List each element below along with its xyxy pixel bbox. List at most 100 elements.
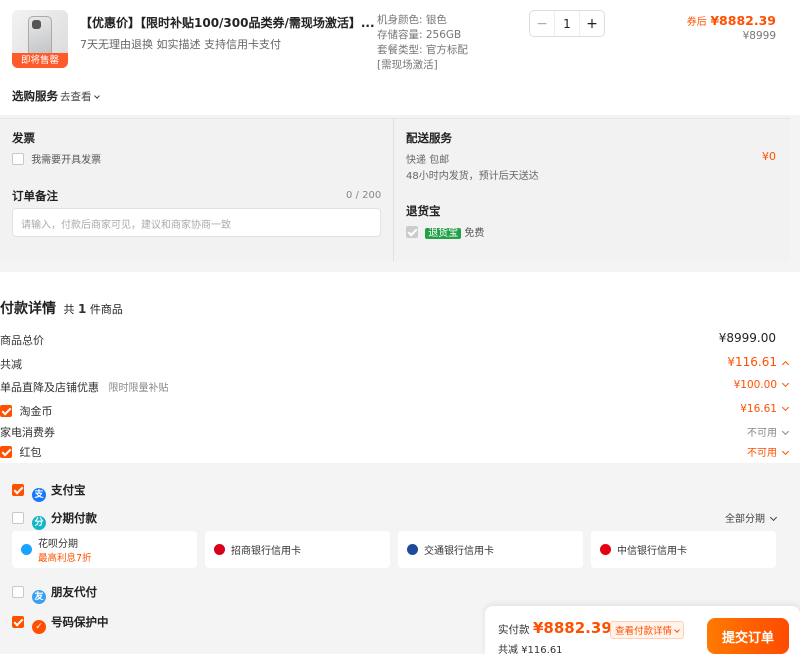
taojinbi-row[interactable]: 淘金币 (0, 403, 53, 419)
product-perks: 7天无理由退换 如实描述 支持信用卡支付 (80, 38, 281, 51)
note-counter: 0 / 200 (346, 190, 382, 201)
bocom-card[interactable]: 交通银行信用卡 (398, 531, 583, 568)
saved-amount: ¥116.61 (521, 645, 563, 654)
store-discount-value: ¥100.00 (733, 379, 777, 391)
invoice-title: 发票 (12, 131, 35, 145)
item-count-suffix: 件商品 (89, 303, 123, 316)
alipay-checkbox[interactable] (12, 484, 24, 496)
appliance-voucher-value: 不可用 (747, 428, 777, 439)
after-coupon-amount: ¥8882.39 (710, 13, 776, 28)
divider (393, 118, 394, 261)
friend-pay-checkbox[interactable] (12, 586, 24, 598)
discount-total-row[interactable]: ¥116.61 (727, 355, 790, 369)
invoice-checkbox-label: 我需要开具发票 (31, 155, 102, 166)
item-count: 1 (78, 302, 87, 316)
citic-bank-icon (600, 544, 611, 555)
spec-activation: [需现场激活] (377, 59, 438, 71)
cmb-card[interactable]: 招商银行信用卡 (205, 531, 390, 568)
chevron-down-icon (769, 513, 778, 522)
huabei-promo: 最高利息7折 (38, 553, 92, 564)
return-insurance-row: 退货宝 免费 (406, 224, 484, 239)
services-label: 选购服务 (12, 89, 58, 103)
red-packet-row[interactable]: 红包 (0, 444, 42, 460)
appliance-voucher-value-row[interactable]: 不可用 (747, 424, 790, 439)
services-link-text: 去查看 (60, 91, 92, 103)
original-price: ¥8999 (742, 30, 776, 42)
store-discount-row: 单品直降及店铺优惠 限时限量补贴 (0, 379, 169, 395)
alipay-option[interactable]: 支支付宝 (12, 482, 86, 502)
shield-icon: ✓ (32, 620, 46, 634)
subtotal-value: ¥8999.00 (718, 331, 776, 345)
number-protect-label: 号码保护中 (51, 615, 109, 629)
citic-card[interactable]: 中信银行信用卡 (591, 531, 776, 568)
services-link[interactable]: 去查看 (60, 89, 100, 104)
taojinbi-value-row[interactable]: ¥16.61 (740, 403, 790, 415)
bocom-bank-icon (407, 544, 418, 555)
spec-storage: 存储容量: 256GB (377, 29, 462, 41)
product-title[interactable]: 【优惠价】【限时补贴100/300品类券/需现场激活】... (80, 14, 375, 31)
red-packet-value: 不可用 (747, 448, 777, 459)
order-note-input[interactable]: 请输入，付款后商家可见，建议和商家协商一致 (12, 208, 381, 237)
red-packet-checkbox[interactable] (0, 446, 12, 458)
delivery-eta: 48小时内发货，预计后天送达 (406, 171, 539, 182)
item-count-prefix: 共 (63, 303, 75, 316)
view-payment-details[interactable]: 查看付款详情 (610, 621, 685, 639)
chevron-down-icon (781, 379, 790, 388)
appliance-voucher-label: 家电消费券 (0, 426, 55, 439)
invoice-checkbox[interactable] (12, 153, 24, 165)
friend-pay-label: 朋友代付 (51, 585, 97, 599)
huabei-icon (21, 544, 32, 555)
chevron-down-icon (674, 627, 680, 633)
chevron-down-icon (781, 447, 790, 456)
payment-details-header: 付款详情 共 1 件商品 (0, 298, 123, 318)
chevron-down-icon (781, 427, 790, 436)
decrease-button[interactable]: − (530, 11, 554, 36)
chevron-up-icon (781, 360, 790, 369)
submit-order-button[interactable]: 提交订单 (707, 618, 789, 654)
number-protect-option[interactable]: ✓ 号码保护中 (12, 614, 109, 634)
installment-icon: 分 (32, 516, 46, 530)
installment-option[interactable]: 分分期付款 (12, 510, 97, 530)
delivery-price: ¥0 (762, 150, 776, 163)
pay-amount: ¥8882.39 (533, 619, 612, 637)
cmb-bank-icon (214, 544, 225, 555)
huabei-label: 花呗分期 (38, 539, 78, 550)
stock-badge: 即将售罄 (12, 53, 68, 68)
pay-label: 实付款 (498, 624, 530, 636)
note-title: 订单备注 (12, 189, 58, 203)
friend-pay-option[interactable]: 友朋友代付 (12, 584, 97, 604)
number-protect-checkbox[interactable] (12, 616, 24, 628)
after-coupon-label: 券后 (686, 17, 707, 28)
store-discount-value-row[interactable]: ¥100.00 (733, 379, 790, 391)
installment-all-link[interactable]: 全部分期 (725, 510, 778, 525)
spec-package: 套餐类型: 官方标配 (377, 44, 468, 56)
delivery-title: 配送服务 (406, 131, 452, 145)
subtotal-label: 商品总价 (0, 334, 44, 347)
return-insurance-checkbox (406, 226, 418, 238)
order-options-panel (0, 118, 790, 261)
payment-details-title: 付款详情 (0, 301, 56, 317)
taojinbi-label: 淘金币 (19, 405, 53, 418)
taojinbi-value: ¥16.61 (740, 403, 777, 415)
delivery-method: 快递 包邮 (406, 155, 450, 166)
return-insurance-text: 免费 (464, 228, 485, 239)
invoice-checkbox-row[interactable]: 我需要开具发票 (12, 151, 101, 166)
quantity-value[interactable]: 1 (554, 11, 580, 36)
pay-amount-row: 实付款 ¥8882.39 (498, 619, 612, 637)
saved-row: 共减 ¥116.61 (498, 641, 563, 654)
chevron-down-icon (781, 403, 790, 412)
alipay-icon: 支 (32, 488, 46, 502)
huabei-card[interactable]: 花呗分期 最高利息7折 (12, 531, 197, 568)
quantity-stepper: − 1 + (529, 10, 605, 37)
discount-total-label: 共减 (0, 358, 22, 371)
installment-all-text: 全部分期 (725, 514, 765, 525)
return-insurance-tag: 退货宝 (425, 228, 462, 239)
installment-checkbox[interactable] (12, 512, 24, 524)
spec-color: 机身颜色: 银色 (377, 14, 447, 26)
red-packet-value-row[interactable]: 不可用 (747, 444, 790, 459)
increase-button[interactable]: + (580, 11, 604, 36)
store-discount-label: 单品直降及店铺优惠 (0, 381, 99, 394)
saved-label: 共减 (498, 645, 518, 654)
taojinbi-checkbox[interactable] (0, 405, 12, 417)
alipay-label: 支付宝 (51, 483, 86, 497)
